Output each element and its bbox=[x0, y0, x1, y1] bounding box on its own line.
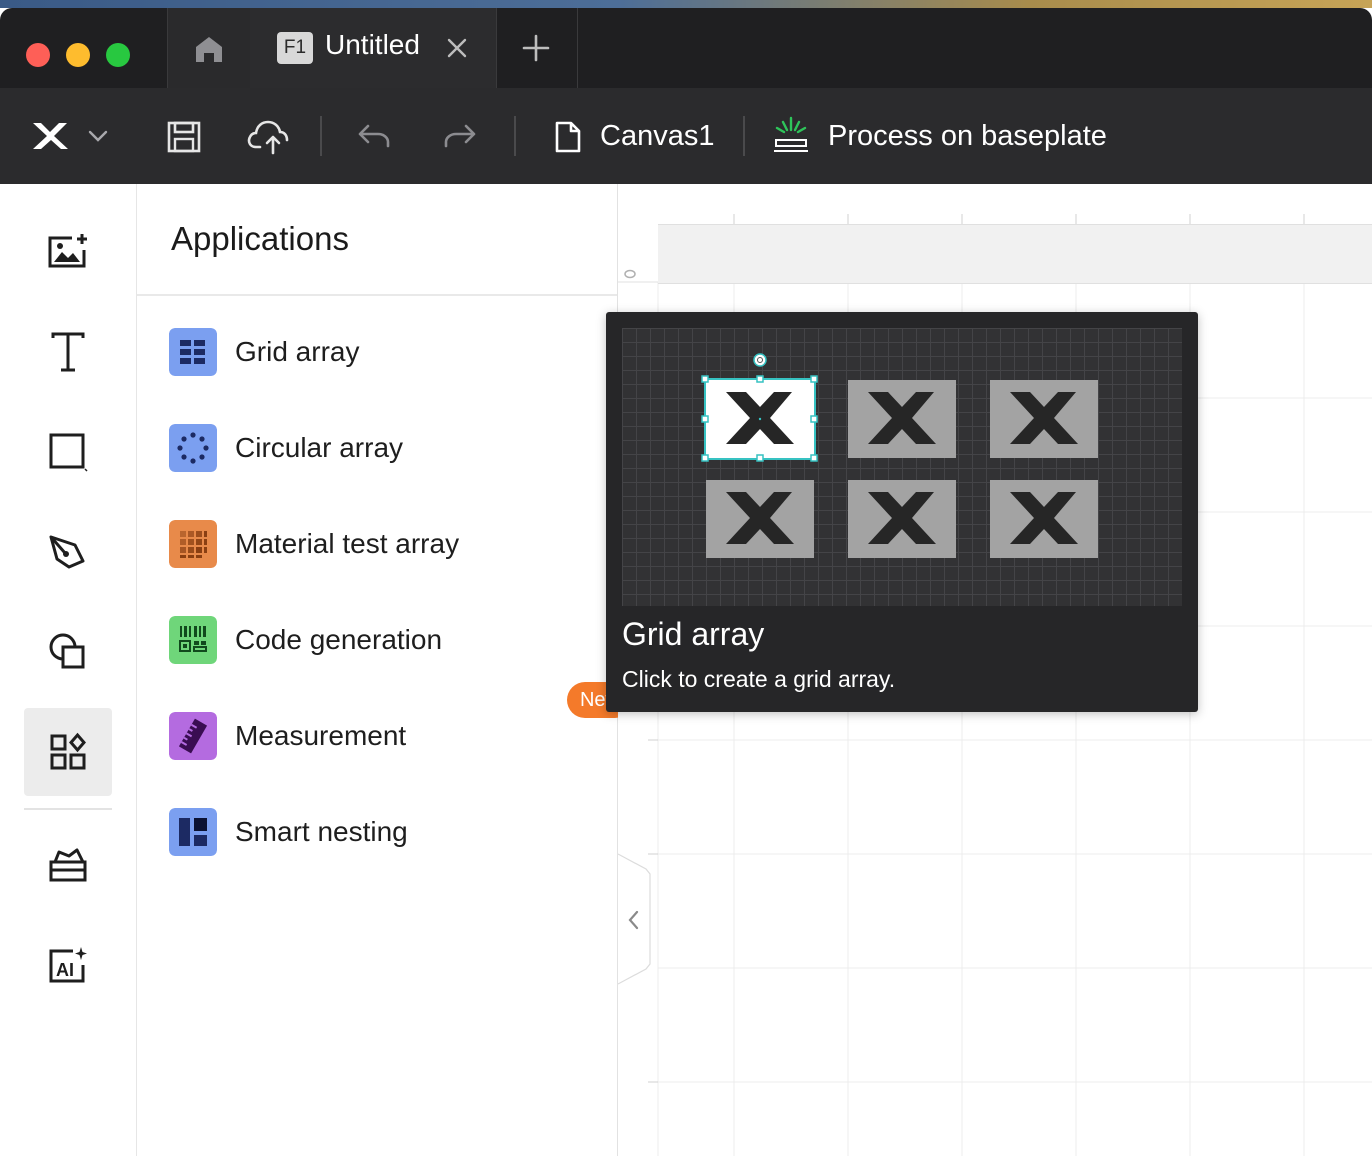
smart-nesting-icon bbox=[169, 808, 217, 856]
collapse-panel-icon[interactable] bbox=[624, 908, 644, 932]
measurement-icon bbox=[169, 712, 217, 760]
toolbar-divider bbox=[320, 116, 322, 156]
app-item-grid-array[interactable]: Grid array bbox=[169, 328, 609, 378]
rail-divider bbox=[24, 808, 112, 810]
applications-button[interactable] bbox=[24, 708, 112, 796]
app-item-label: Grid array bbox=[235, 336, 360, 367]
toolbar-divider bbox=[743, 116, 745, 156]
top-ruler bbox=[658, 224, 1372, 284]
close-window-button[interactable] bbox=[26, 43, 50, 67]
home-icon bbox=[196, 37, 222, 62]
app-item-code-generation[interactable]: Code generation bbox=[169, 616, 609, 666]
app-item-label: Smart nesting bbox=[235, 816, 408, 847]
preview-x-logos bbox=[701, 353, 1078, 544]
rectangle-tool-button[interactable] bbox=[24, 408, 112, 496]
add-image-button[interactable] bbox=[24, 208, 112, 296]
close-tab-icon[interactable] bbox=[442, 33, 472, 63]
material-library-icon bbox=[49, 848, 87, 882]
tab-title: Untitled bbox=[325, 29, 420, 60]
chevron-down-icon[interactable] bbox=[86, 128, 110, 144]
panel-divider bbox=[137, 294, 617, 296]
panel-title: Applications bbox=[171, 220, 349, 257]
pen-tool-button[interactable] bbox=[24, 508, 112, 596]
applications-icon bbox=[50, 732, 86, 770]
circular-array-icon bbox=[169, 424, 217, 472]
shapes-icon bbox=[49, 633, 85, 669]
new-tab-icon[interactable] bbox=[510, 32, 562, 64]
material-test-array-icon bbox=[169, 520, 217, 568]
tooltip-title: Grid array bbox=[622, 616, 765, 652]
cloud-upload-icon[interactable] bbox=[246, 116, 290, 156]
text-tool-icon bbox=[51, 332, 85, 372]
shapes-tool-button[interactable] bbox=[24, 608, 112, 696]
tooltip-description: Click to create a grid array. bbox=[622, 666, 896, 692]
app-item-circular-array[interactable]: Circular array bbox=[169, 424, 609, 474]
add-image-icon bbox=[48, 234, 87, 268]
tab-shortcut-badge: F1 bbox=[277, 32, 313, 64]
document-tab[interactable]: F1 Untitled bbox=[250, 8, 496, 88]
minimize-window-button[interactable] bbox=[66, 43, 90, 67]
app-item-label: Code generation bbox=[235, 624, 443, 655]
home-tab[interactable] bbox=[168, 8, 250, 88]
material-library-button[interactable] bbox=[24, 822, 112, 910]
app-item-smart-nesting[interactable]: Smart nesting bbox=[169, 808, 609, 858]
left-tool-rail: AI bbox=[0, 184, 137, 1156]
ai-tools-button[interactable]: AI bbox=[24, 922, 112, 1010]
laser-baseplate-icon bbox=[774, 116, 808, 152]
applications-panel: Applications Grid array Circular array M… bbox=[137, 184, 633, 1156]
grid-array-tooltip: Grid array Click to create a grid array. bbox=[606, 312, 1198, 712]
title-bar: F1 Untitled bbox=[0, 8, 1372, 88]
toolbar-divider bbox=[514, 116, 516, 156]
rectangle-tool-icon bbox=[49, 433, 88, 472]
app-logo-icon[interactable] bbox=[30, 120, 70, 152]
app-item-label: Circular array bbox=[235, 432, 404, 463]
svg-text:AI: AI bbox=[56, 960, 74, 980]
grid-array-icon bbox=[169, 328, 217, 376]
redo-icon[interactable] bbox=[442, 122, 478, 150]
zoom-window-button[interactable] bbox=[106, 43, 130, 67]
ai-tools-icon: AI bbox=[49, 947, 87, 983]
undo-icon[interactable] bbox=[356, 122, 392, 150]
text-tool-button[interactable] bbox=[24, 308, 112, 396]
app-item-label: Measurement bbox=[235, 720, 407, 751]
window-top-edge bbox=[0, 0, 1372, 8]
app-item-material-test-array[interactable]: Material test array bbox=[169, 520, 609, 570]
tooltip-preview-grid bbox=[622, 328, 1182, 606]
code-generation-icon bbox=[169, 616, 217, 664]
canvas-name-button[interactable]: Canvas1 bbox=[600, 117, 714, 155]
tab-divider bbox=[496, 8, 497, 88]
app-item-label: Material test array bbox=[235, 528, 460, 559]
pen-tool-icon bbox=[49, 535, 85, 569]
process-on-baseplate-button[interactable]: Process on baseplate bbox=[828, 117, 1107, 155]
tab-divider bbox=[577, 8, 578, 88]
save-icon[interactable] bbox=[166, 119, 202, 155]
main-toolbar: Canvas1 Process on baseplate bbox=[0, 88, 1372, 184]
document-icon bbox=[555, 121, 581, 153]
app-item-measurement[interactable]: Measurement New bbox=[169, 682, 633, 762]
